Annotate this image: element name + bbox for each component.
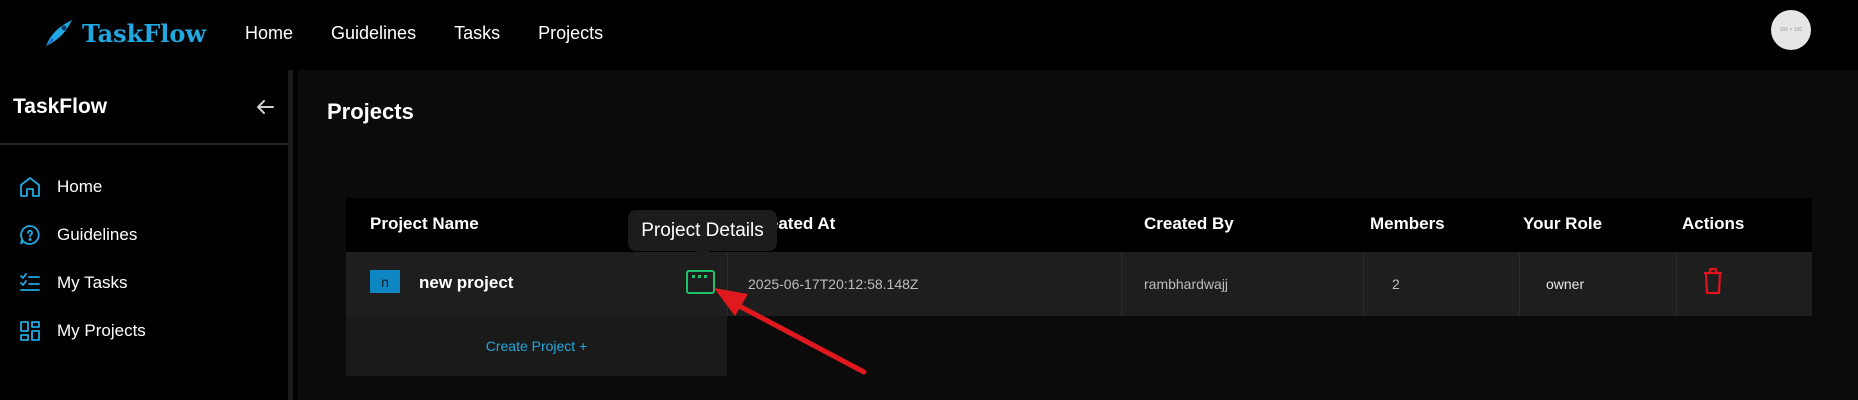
role-cell: owner [1520, 252, 1677, 316]
delete-trash-icon[interactable] [1702, 267, 1724, 295]
sidebar-item-my-tasks[interactable]: My Tasks [0, 259, 288, 307]
nav-guidelines-link[interactable]: Guidelines [331, 23, 416, 44]
create-project-area: Create Project + [346, 316, 727, 376]
dot [704, 275, 707, 278]
sidebar-item-home[interactable]: Home [0, 163, 288, 211]
nav-tasks-link[interactable]: Tasks [454, 23, 500, 44]
role-value: owner [1546, 276, 1585, 292]
sidebar-header: TaskFlow [0, 70, 288, 145]
created-at-value: 2025-06-17T20:12:58.148Z [748, 276, 919, 292]
home-icon [20, 177, 40, 197]
project-name[interactable]: new project [419, 273, 513, 293]
created-by-cell: rambhardwajj [1122, 252, 1364, 316]
sidebar-item-label: My Tasks [57, 273, 128, 292]
project-initial-badge: n [370, 270, 400, 293]
rocket-logo-icon [45, 20, 72, 47]
table-row: n new project 2025-06-17T20:12:58.148Z r… [346, 252, 1812, 316]
sidebar-item-label: My Projects [57, 321, 146, 340]
projects-table: Project Name Created At Created By Membe… [346, 198, 1812, 376]
created-at-cell: 2025-06-17T20:12:58.148Z [728, 252, 1122, 316]
sidebar-item-label: Home [57, 177, 103, 196]
sidebar-item-my-projects[interactable]: My Projects [0, 307, 288, 355]
create-project-link[interactable]: Create Project + [346, 338, 727, 354]
table-header: Project Name Created At Created By Membe… [346, 198, 1812, 252]
column-header-actions: Actions [1682, 214, 1745, 233]
brand[interactable]: TaskFlow [42, 16, 206, 50]
tooltip-tail [695, 250, 711, 258]
sidebar-item-guidelines[interactable]: Guidelines [0, 211, 288, 259]
column-header-created-by: Created By [1144, 214, 1234, 233]
nav-home-link[interactable]: Home [245, 23, 293, 44]
members-cell: 2 [1364, 252, 1520, 316]
dot [698, 275, 701, 278]
arrow-left-icon[interactable] [254, 96, 276, 118]
brand-name: TaskFlow [82, 18, 207, 48]
project-details-button[interactable] [686, 270, 715, 294]
checklist-icon [20, 273, 40, 291]
top-navbar: TaskFlow Home Guidelines Tasks Projects … [0, 0, 1858, 70]
dot [692, 275, 695, 278]
main-nav: Home Guidelines Tasks Projects [245, 23, 641, 44]
user-avatar[interactable]: 100 × 100 [1771, 10, 1811, 50]
column-header-members: Members [1370, 214, 1445, 233]
column-header-your-role: Your Role [1523, 214, 1603, 233]
nav-projects-link[interactable]: Projects [538, 23, 603, 44]
members-value: 2 [1392, 276, 1400, 292]
column-header-project-name: Project Name [370, 214, 479, 233]
created-by-value: rambhardwajj [1144, 276, 1229, 292]
sidebar: TaskFlow Home Guidelines My Tasks My Pro… [0, 70, 293, 400]
chat-help-icon [20, 225, 40, 245]
grid-icon [20, 321, 40, 341]
page-title: Projects [327, 99, 414, 124]
main-content: Projects Project Name Created At Created… [298, 70, 1858, 400]
project-details-tooltip: Project Details [628, 210, 777, 251]
sidebar-title: TaskFlow [13, 95, 108, 118]
sidebar-item-label: Guidelines [57, 225, 138, 244]
project-name-cell: n new project [346, 252, 728, 316]
